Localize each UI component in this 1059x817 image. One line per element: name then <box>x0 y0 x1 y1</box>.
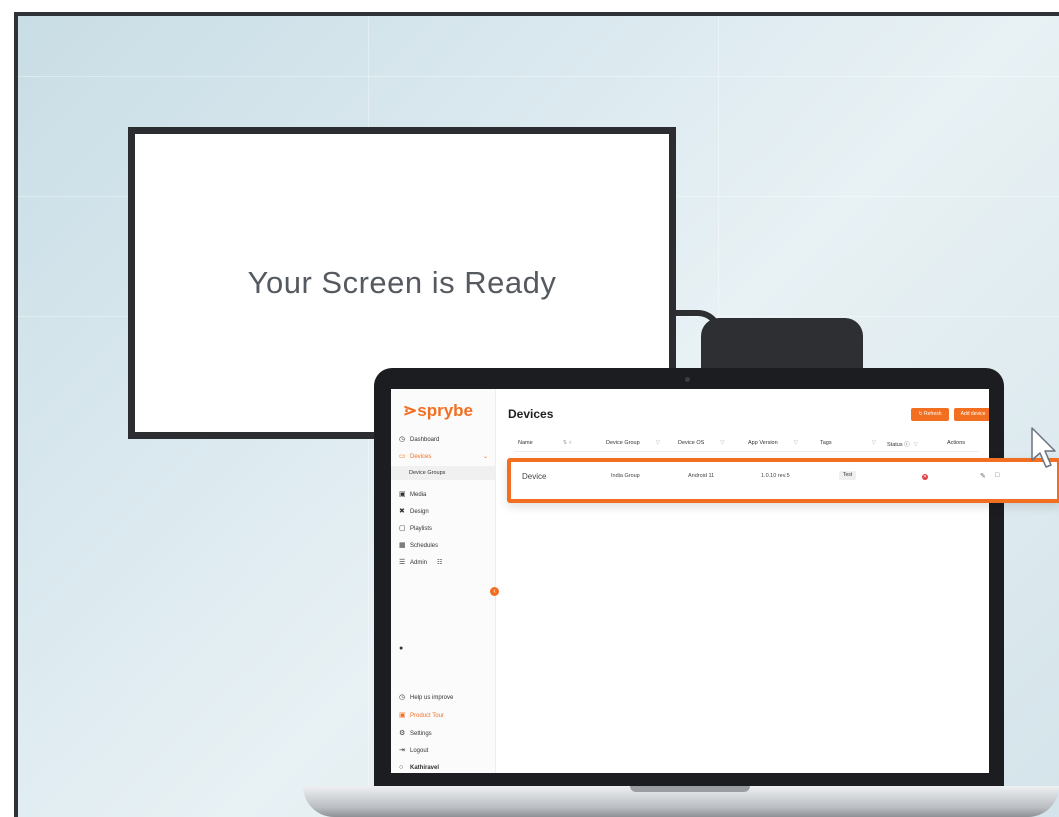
info-icon: ⓘ <box>904 442 910 448</box>
col-app-version[interactable]: App Version ▽ <box>748 440 798 446</box>
sidebar-item-media[interactable]: ▣ Media <box>399 491 426 498</box>
laptop-screen: ⋗sprybe ◷ Dashboard ▭ Devices ⌄ Device G… <box>391 389 989 773</box>
user-switch-icon: ☷ <box>437 560 443 566</box>
sidebar-item-help[interactable]: ◷ Help us improve <box>399 694 453 701</box>
tour-icon: ▣ <box>399 712 406 719</box>
filter-icon[interactable]: ▽ <box>872 440 876 446</box>
col-name[interactable]: Name ⇅ ⌕ <box>518 440 572 447</box>
col-status[interactable]: Status ⓘ ▽ <box>887 440 918 448</box>
sidebar-faded-item: ● <box>399 645 406 652</box>
calendar-icon: ▦ <box>399 542 406 549</box>
user-icon: ○ <box>399 764 404 771</box>
clock-icon: ◷ <box>399 436 406 443</box>
sidebar-item-admin[interactable]: ☰ Admin ☷ <box>399 559 442 566</box>
main-content: Devices ↻ Refresh Add device Name ⇅ ⌕ Dev… <box>496 389 989 773</box>
col-actions: Actions <box>947 440 966 446</box>
col-device-os[interactable]: Device OS ▽ <box>678 440 725 446</box>
sidebar-item-dashboard[interactable]: ◷ Dashboard <box>399 436 439 443</box>
filter-icon[interactable]: ▽ <box>794 440 798 446</box>
sidebar-user[interactable]: ○ Kathiravel <box>399 764 439 771</box>
sort-icon[interactable]: ⇅ ⌕ <box>563 440 572 446</box>
sidebar-item-logout[interactable]: ⇥ Logout <box>399 747 428 754</box>
col-tags[interactable]: Tags ▽ <box>820 440 876 446</box>
design-icon: ✖ <box>399 508 405 515</box>
sidebar-item-design[interactable]: ✖ Design <box>399 508 429 515</box>
filter-icon[interactable]: ▽ <box>656 440 660 446</box>
sidebar-item-settings[interactable]: ⚙ Settings <box>399 730 432 737</box>
admin-icon: ☰ <box>399 559 406 566</box>
logo-mark-icon: ⋗ <box>403 401 418 420</box>
filter-icon[interactable]: ▽ <box>914 442 918 448</box>
row-device-name[interactable]: Device <box>522 472 546 481</box>
col-device-group[interactable]: Device Group ▽ <box>606 440 660 446</box>
laptop-notch <box>630 786 750 792</box>
media-icon: ▣ <box>399 491 406 498</box>
sidebar: ⋗sprybe ◷ Dashboard ▭ Devices ⌄ Device G… <box>391 389 499 773</box>
tag-badge: Test <box>839 471 857 480</box>
add-device-button[interactable]: Add device <box>954 408 989 421</box>
sidebar-item-device-groups[interactable]: Device Groups <box>391 466 495 480</box>
sidebar-item-product-tour[interactable]: ▣ Product Tour <box>399 712 444 719</box>
sidebar-item-devices[interactable]: ▭ Devices ⌄ <box>399 453 489 460</box>
sidebar-item-schedules[interactable]: ▦ Schedules <box>399 542 438 549</box>
webcam <box>685 377 690 382</box>
devices-icon: ▭ <box>399 453 406 460</box>
status-offline-icon: ✕ <box>922 474 928 480</box>
wall-line <box>18 76 1059 77</box>
delete-icon[interactable]: □ <box>995 472 999 479</box>
chevron-down-icon: ⌄ <box>483 454 489 460</box>
laptop: ⋗sprybe ◷ Dashboard ▭ Devices ⌄ Device G… <box>374 368 1004 786</box>
table-row[interactable]: Device India Group Android 11 1.0.10 rev… <box>507 458 1059 503</box>
row-device-group: India Group <box>611 473 640 479</box>
logout-icon: ⇥ <box>399 747 405 754</box>
mouse-cursor-icon <box>1031 427 1056 468</box>
laptop-base <box>303 786 1059 817</box>
refresh-icon: ↻ <box>918 411 923 417</box>
table-header: Name ⇅ ⌕ Device Group ▽ Device OS ▽ App Ver… <box>514 437 979 452</box>
playlist-icon: ▢ <box>399 525 406 532</box>
gear-icon: ⚙ <box>399 730 406 737</box>
sidebar-item-playlists[interactable]: ▢ Playlists <box>399 525 432 532</box>
filter-icon[interactable]: ▽ <box>720 440 724 446</box>
row-device-os: Android 11 <box>688 473 715 479</box>
row-app-version: 1.0.10 rev.5 <box>761 473 790 479</box>
faded-icon: ● <box>399 645 404 652</box>
help-icon: ◷ <box>399 694 406 701</box>
refresh-button[interactable]: ↻ Refresh <box>911 408 949 421</box>
page-title: Devices <box>508 407 554 421</box>
tv-message: Your Screen is Ready <box>247 265 557 300</box>
logo: ⋗sprybe <box>403 401 473 420</box>
edit-icon[interactable]: ✎ <box>980 472 986 480</box>
